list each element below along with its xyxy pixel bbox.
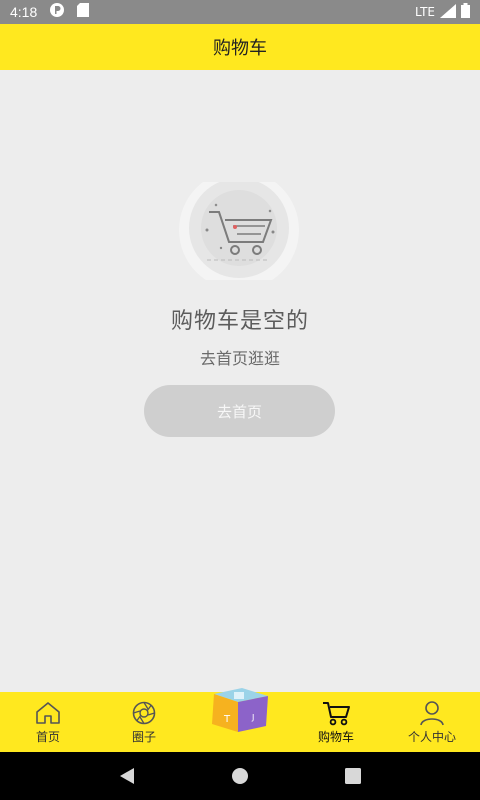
- cube-logo-button[interactable]: T J: [208, 684, 272, 734]
- nav-item-profile[interactable]: 个人中心: [384, 692, 480, 752]
- signal-icon: [440, 3, 456, 21]
- back-icon[interactable]: [107, 756, 147, 796]
- page-title: 购物车: [213, 38, 267, 59]
- svg-text:T: T: [223, 714, 231, 725]
- sd-card-icon: [77, 3, 90, 21]
- empty-cart-illustration: [177, 170, 301, 290]
- nav-item-cart[interactable]: 购物车: [288, 692, 384, 752]
- nav-label-profile: 个人中心: [407, 730, 456, 744]
- system-nav-bar: [0, 752, 480, 800]
- recents-icon[interactable]: [333, 756, 373, 796]
- home-icon: [33, 699, 63, 727]
- person-icon: [417, 699, 447, 727]
- aperture-icon: [129, 699, 159, 727]
- status-time: 4:18: [10, 4, 38, 20]
- svg-text:J: J: [251, 713, 254, 722]
- home-circle-icon[interactable]: [220, 756, 260, 796]
- app-header: 购物车: [0, 24, 480, 70]
- status-bar: 4:18 LTE: [0, 0, 480, 24]
- go-home-button-label: 去首页: [216, 402, 262, 421]
- empty-title: 购物车是空的: [170, 309, 309, 334]
- nav-item-home[interactable]: 首页: [0, 692, 96, 752]
- nav-label-home: 首页: [35, 730, 60, 744]
- network-type: LTE: [415, 5, 435, 19]
- go-home-button[interactable]: 去首页: [144, 385, 335, 437]
- cube-logo-icon: T J: [212, 688, 268, 732]
- empty-subtitle: 去首页逛逛: [199, 349, 280, 368]
- battery-icon: [461, 3, 470, 21]
- nav-item-circle[interactable]: 圈子: [96, 692, 192, 752]
- nav-label-cart: 购物车: [317, 730, 354, 744]
- vpn-icon: [49, 2, 65, 22]
- empty-cart-state: 购物车是空的 去首页逛逛 去首页: [0, 70, 480, 692]
- nav-label-circle: 圈子: [131, 730, 156, 744]
- cart-icon: [321, 699, 351, 727]
